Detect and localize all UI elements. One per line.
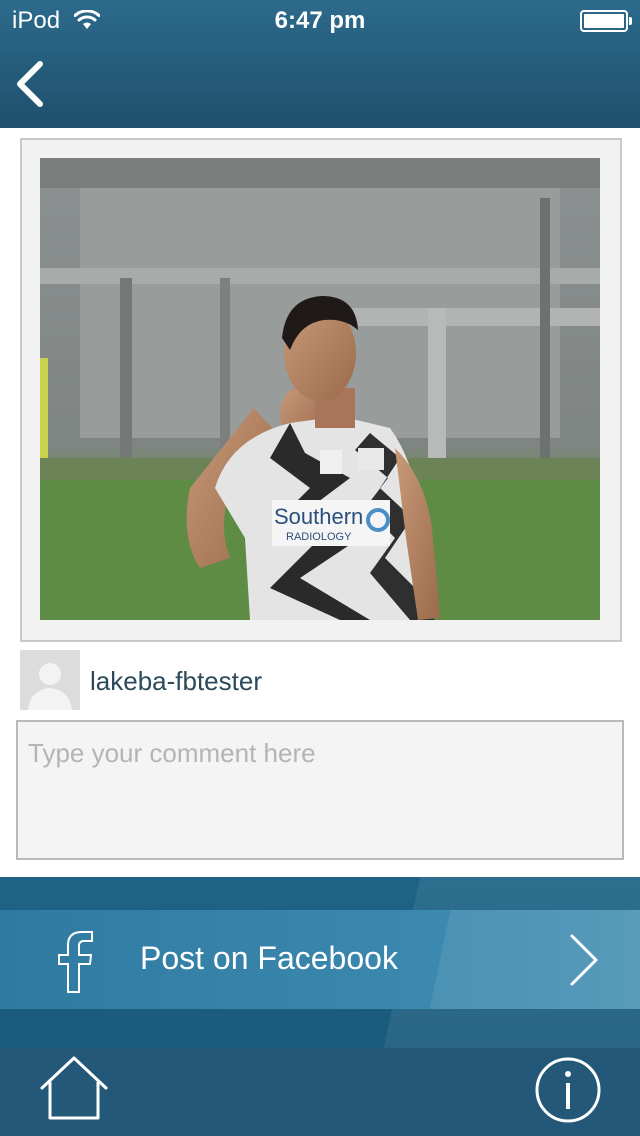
battery-icon — [580, 10, 632, 32]
info-icon[interactable] — [534, 1056, 602, 1124]
user-row: lakeba-fbtester — [20, 650, 620, 710]
user-avatar-icon — [20, 650, 80, 710]
chevron-right-icon[interactable] — [568, 932, 600, 988]
status-bar: iPod 6:47 pm — [0, 0, 640, 40]
facebook-icon — [58, 931, 93, 993]
post-photo: Southern RADIOLOGY — [40, 158, 600, 620]
username: lakeba-fbtester — [90, 666, 262, 696]
button-shine — [429, 910, 640, 1009]
back-chevron-icon[interactable] — [10, 58, 56, 110]
svg-text:RADIOLOGY: RADIOLOGY — [286, 531, 352, 543]
status-time: 6:47 pm — [274, 7, 366, 34]
post-on-facebook-label[interactable]: Post on Facebook — [140, 940, 398, 977]
comment-input[interactable] — [16, 720, 624, 860]
photo-frame: Southern RADIOLOGY — [20, 138, 622, 642]
home-icon[interactable] — [38, 1052, 110, 1124]
svg-text:Southern: Southern — [274, 504, 363, 529]
navigation-bar: iPod 6:47 pm — [0, 0, 640, 128]
